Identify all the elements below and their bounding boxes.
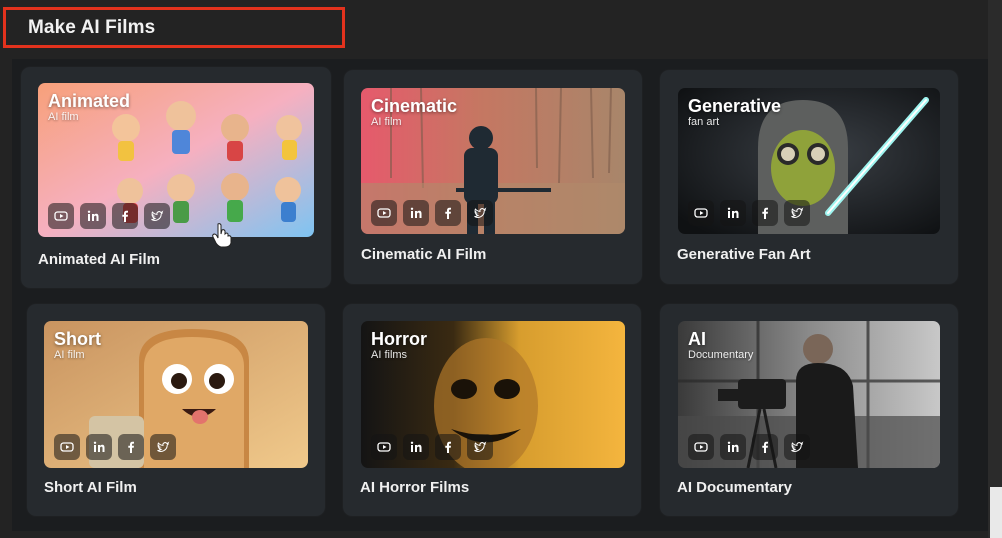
twitter-icon [157,441,170,452]
facebook-button[interactable] [435,200,461,226]
twitter-icon [474,441,487,452]
card-short-ai-film[interactable]: Short AI film Short AI Film [27,304,325,516]
card-animated-ai-film[interactable]: Animated AI film Animated AI Film [21,67,331,288]
linkedin-icon [410,207,422,218]
facebook-icon [445,441,451,453]
youtube-icon [377,208,391,218]
linkedin-button[interactable] [80,203,106,229]
linkedin-button[interactable] [403,200,429,226]
linkedin-icon [410,441,422,452]
card-ai-documentary[interactable]: AI Documentary AI Documentary [660,304,958,516]
youtube-icon [377,442,391,452]
youtube-icon [60,442,74,452]
facebook-icon [445,207,451,219]
card-label: Short AI Film [44,479,137,496]
thumbnail-subtitle: AI film [371,116,402,128]
facebook-icon [762,207,768,219]
linkedin-icon [727,441,739,452]
linkedin-button[interactable] [720,434,746,460]
linkedin-button[interactable] [403,434,429,460]
thumbnail-title: Horror [371,329,428,349]
youtube-icon [54,211,68,221]
youtube-button[interactable] [371,200,397,226]
facebook-button[interactable] [118,434,144,460]
thumbnail-title: Cinematic [371,96,458,116]
social-buttons [48,203,170,229]
youtube-button[interactable] [54,434,80,460]
twitter-icon [151,210,164,221]
facebook-icon [762,441,768,453]
thumbnail-subtitle: AI film [48,111,79,123]
card-cinematic-ai-film[interactable]: Cinematic AI film Cinematic AI Film [344,70,642,284]
social-buttons [371,434,493,460]
twitter-icon [791,207,804,218]
linkedin-button[interactable] [86,434,112,460]
card-label: AI Horror Films [360,479,470,496]
youtube-icon [694,442,708,452]
linkedin-button[interactable] [720,200,746,226]
scrollbar[interactable] [988,0,1002,538]
youtube-button[interactable] [371,434,397,460]
thumbnail-title: AI [688,329,706,349]
card-generative-fan-art[interactable]: Generative fan art Generative Fan Art [660,70,958,284]
facebook-button[interactable] [752,434,778,460]
card-label: Cinematic AI Film [361,246,487,263]
thumbnail-title: Short [54,329,101,349]
thumbnail-short[interactable]: Short AI film [44,321,308,468]
scrollbar-thumb[interactable] [990,487,1002,538]
youtube-button[interactable] [688,200,714,226]
twitter-button[interactable] [467,200,493,226]
linkedin-icon [87,210,99,221]
thumbnail-animated[interactable]: Animated AI film [38,83,314,237]
card-label: Generative Fan Art [677,246,811,263]
twitter-button[interactable] [784,434,810,460]
hand-cursor-icon [212,223,232,248]
linkedin-icon [93,441,105,452]
thumbnail-subtitle: Documentary [688,349,754,361]
twitter-button[interactable] [150,434,176,460]
card-ai-horror-films[interactable]: Horror AI films AI Horror Films [343,304,641,516]
thumbnail-subtitle: AI films [371,349,408,361]
twitter-icon [474,207,487,218]
thumbnail-title: Animated [48,91,131,111]
card-label: Animated AI Film [38,251,160,268]
twitter-icon [791,441,804,452]
thumbnail-documentary[interactable]: AI Documentary [678,321,940,468]
thumbnail-subtitle: AI film [54,349,85,361]
social-buttons [688,434,810,460]
thumbnail-cinematic[interactable]: Cinematic AI film [361,88,625,234]
thumbnail-title: Generative [688,96,782,116]
youtube-button[interactable] [688,434,714,460]
social-buttons [688,200,810,226]
thumbnail-subtitle: fan art [688,116,720,128]
social-buttons [54,434,176,460]
social-buttons [371,200,493,226]
facebook-icon [122,210,128,222]
twitter-button[interactable] [784,200,810,226]
youtube-button[interactable] [48,203,74,229]
youtube-icon [694,208,708,218]
facebook-button[interactable] [435,434,461,460]
facebook-icon [128,441,134,453]
thumbnail-generative[interactable]: Generative fan art [678,88,940,234]
thumbnail-horror[interactable]: Horror AI films [361,321,625,468]
twitter-button[interactable] [144,203,170,229]
facebook-button[interactable] [752,200,778,226]
card-label: AI Documentary [677,479,793,496]
facebook-button[interactable] [112,203,138,229]
linkedin-icon [727,207,739,218]
section-title: Make AI Films [3,7,345,48]
twitter-button[interactable] [467,434,493,460]
